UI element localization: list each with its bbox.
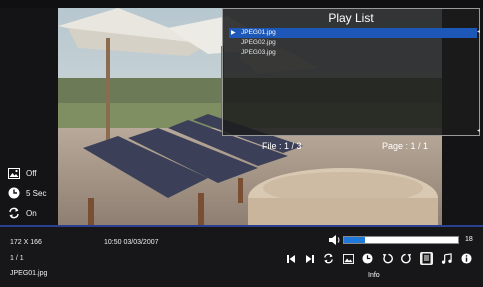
prev-icon (286, 254, 295, 263)
playlist-title: Play List (328, 11, 374, 25)
interval-setting-label: 5 Sec (26, 188, 47, 198)
music-icon (441, 253, 452, 264)
rotate-right-button[interactable] (400, 252, 413, 265)
rotate-right-icon (401, 253, 412, 264)
image-icon (8, 168, 20, 179)
clock-icon (8, 187, 20, 199)
interval-button[interactable] (361, 252, 374, 265)
display-button[interactable] (342, 252, 355, 265)
play-arrow-icon: ▶ (231, 30, 236, 36)
display-setting[interactable]: Off (8, 168, 37, 179)
playlist-item[interactable]: JPEG03.jpg (229, 48, 477, 58)
playlist-item[interactable]: ▶ JPEG01.jpg (229, 28, 477, 38)
repeat-setting-label: On (26, 208, 37, 218)
repeat-icon (324, 253, 333, 264)
repeat-button[interactable] (322, 252, 335, 265)
prev-button[interactable] (284, 252, 297, 265)
rotate-left-button[interactable] (381, 252, 394, 265)
playlist-item-label: JPEG01.jpg (241, 29, 276, 36)
next-icon (305, 254, 314, 263)
repeat-icon (9, 207, 19, 219)
image-icon (343, 253, 354, 264)
volume-slider[interactable] (343, 236, 459, 244)
resolution-text: 172 X 166 (10, 239, 42, 246)
playlist-item-label: JPEG03.jpg (241, 49, 276, 56)
rotate-left-icon (382, 253, 393, 264)
volume-icon[interactable] (328, 234, 341, 246)
volume-fill (344, 237, 365, 243)
document-icon (422, 253, 431, 264)
interval-setting[interactable]: 5 Sec (8, 187, 46, 199)
display-setting-label: Off (26, 169, 37, 178)
music-button[interactable] (440, 252, 453, 265)
next-button[interactable] (303, 252, 316, 265)
filename-text: JPEG01.jpg (10, 270, 48, 277)
scroll-up-icon[interactable]: ◂ (477, 28, 480, 35)
repeat-setting[interactable]: On (8, 207, 37, 219)
index-text: 1 / 1 (10, 255, 24, 262)
scroll-down-icon[interactable]: ◂ (477, 127, 480, 134)
playlist-list: ▶ JPEG01.jpg JPEG02.jpg JPEG03.jpg (229, 28, 477, 58)
info-icon (461, 253, 472, 264)
playlist-item-label: JPEG02.jpg (241, 39, 276, 46)
active-control-label: Info (368, 272, 380, 279)
info-button[interactable] (460, 252, 473, 265)
playlist-panel: Play List ▶ JPEG01.jpg JPEG02.jpg JPEG03… (222, 8, 480, 136)
playlist-item[interactable]: JPEG02.jpg (229, 38, 477, 48)
file-counter: File : 1 / 3 (262, 141, 302, 151)
info-doc-button[interactable] (420, 252, 433, 265)
page-counter: Page : 1 / 1 (382, 141, 429, 151)
clock-icon (362, 253, 373, 264)
volume-value: 18 (465, 236, 473, 243)
datetime-text: 10:50 03/03/2007 (104, 239, 159, 246)
